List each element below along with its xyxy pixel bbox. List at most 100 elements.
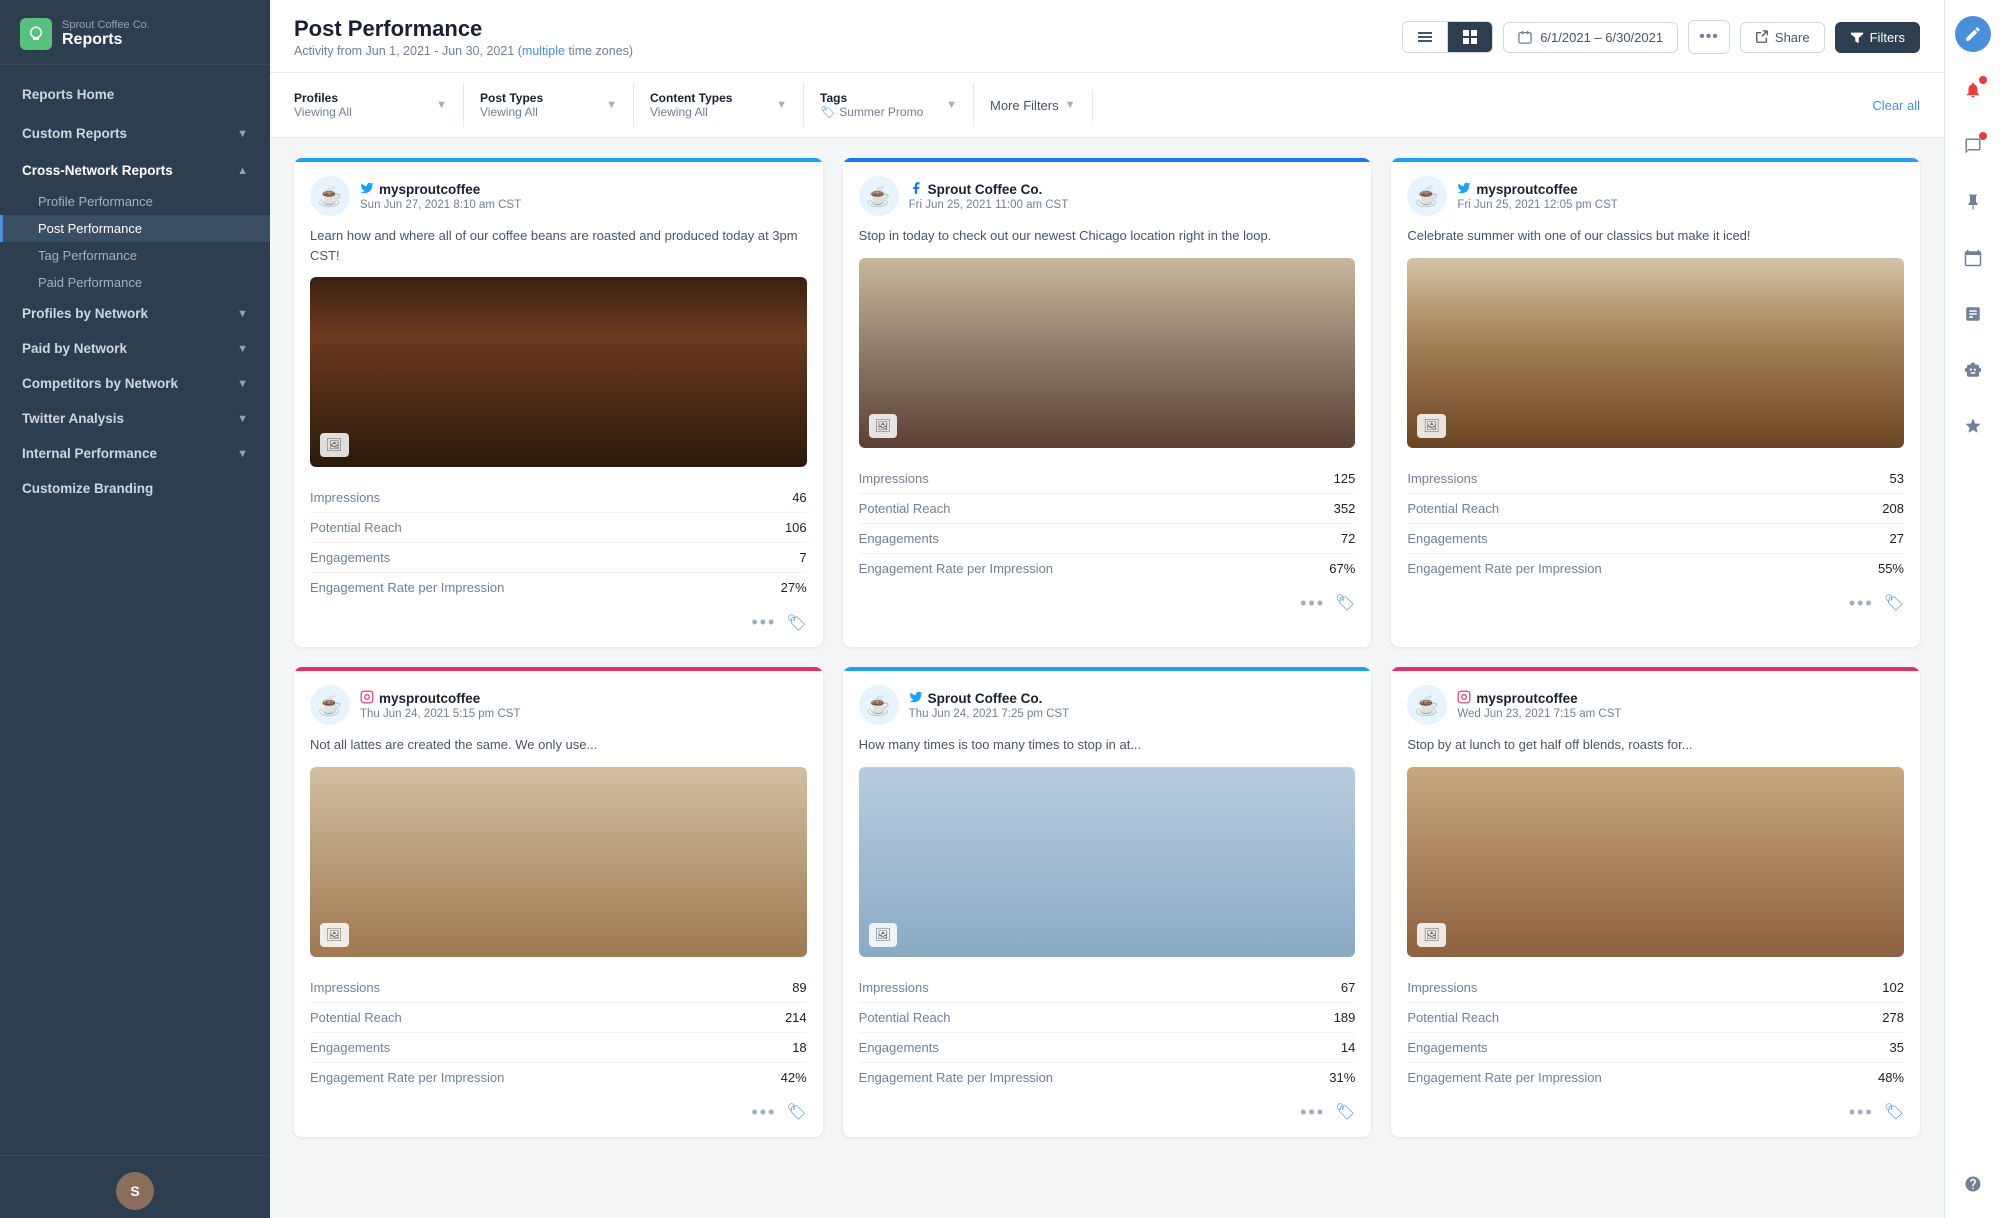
help-button[interactable] xyxy=(1955,1166,1991,1202)
network-icon xyxy=(909,690,923,707)
filters-button[interactable]: Filters xyxy=(1835,22,1920,53)
sidebar-item-competitors-by-network[interactable]: Competitors by Network ▼ xyxy=(0,366,270,401)
stat-value: 14 xyxy=(1341,1040,1355,1055)
sidebar-item-tag-performance[interactable]: Tag Performance xyxy=(0,242,270,269)
post-actions: ••• 🏷 xyxy=(294,602,823,647)
profiles-filter[interactable]: Profiles Viewing All ▼ xyxy=(294,83,464,127)
posts-grid: ☕ mysproutcoffee Sun Jun 27, 2021 8:10 a… xyxy=(294,158,1920,1137)
more-actions-button[interactable]: ••• xyxy=(1300,1102,1325,1123)
stat-row: Engagement Rate per Impression 31% xyxy=(859,1063,1356,1092)
post-types-filter[interactable]: Post Types Viewing All ▼ xyxy=(464,83,634,127)
tag-button[interactable]: 🏷 xyxy=(1335,593,1355,613)
stat-label: Engagement Rate per Impression xyxy=(1407,1070,1601,1085)
tag-button[interactable]: 🏷 xyxy=(1335,1102,1355,1122)
stat-value: 67% xyxy=(1329,561,1355,576)
timezone-link[interactable]: multiple xyxy=(522,44,565,58)
messages-button[interactable] xyxy=(1955,128,1991,164)
header-left: Post Performance Activity from Jun 1, 20… xyxy=(294,16,633,58)
more-actions-button[interactable]: ••• xyxy=(1300,593,1325,614)
post-actions: ••• 🏷 xyxy=(1391,583,1920,628)
post-time: Fri Jun 25, 2021 12:05 pm CST xyxy=(1457,199,1617,211)
profile-info: mysproutcoffee Fri Jun 25, 2021 12:05 pm… xyxy=(1457,181,1617,211)
sidebar-item-profile-performance[interactable]: Profile Performance xyxy=(0,188,270,215)
more-actions-button[interactable]: ••• xyxy=(1849,1102,1874,1123)
post-card-header: ☕ Sprout Coffee Co. Thu Jun 24, 2021 7:2… xyxy=(843,671,1372,735)
post-card-header: ☕ mysproutcoffee Wed Jun 23, 2021 7:15 a… xyxy=(1391,671,1920,735)
sidebar-item-post-performance[interactable]: Post Performance xyxy=(0,215,270,242)
post-types-filter-label: Post Types xyxy=(480,91,600,105)
post-text: How many times is too many times to stop… xyxy=(843,735,1372,767)
stat-label: Impressions xyxy=(1407,471,1477,486)
sidebar-item-paid-by-network[interactable]: Paid by Network ▼ xyxy=(0,331,270,366)
compose-button[interactable] xyxy=(1955,16,1991,52)
stat-label: Impressions xyxy=(1407,980,1477,995)
sidebar-item-internal-performance[interactable]: Internal Performance ▼ xyxy=(0,436,270,471)
brand-area: Sprout Coffee Co. Reports xyxy=(0,0,270,65)
stat-row: Engagement Rate per Impression 67% xyxy=(859,554,1356,583)
stat-value: 278 xyxy=(1882,1010,1904,1025)
stat-row: Potential Reach 106 xyxy=(310,513,807,543)
profile-name: Sprout Coffee Co. xyxy=(928,691,1043,706)
post-actions: ••• 🏷 xyxy=(843,1092,1372,1137)
pin-button[interactable] xyxy=(1955,184,1991,220)
tag-button[interactable]: 🏷 xyxy=(786,1102,806,1122)
share-button[interactable]: Share xyxy=(1740,22,1825,53)
more-actions-button[interactable]: ••• xyxy=(751,1102,776,1123)
image-icon: 🖼 xyxy=(320,433,349,457)
content-types-filter-value: Viewing All xyxy=(650,105,770,119)
stat-label: Engagements xyxy=(310,1040,390,1055)
clear-all-button[interactable]: Clear all xyxy=(1872,90,1920,121)
list-view-button[interactable] xyxy=(1403,22,1448,52)
star-button[interactable] xyxy=(1955,408,1991,444)
main-area: Post Performance Activity from Jun 1, 20… xyxy=(270,0,1944,1218)
image-icon: 🖼 xyxy=(869,923,898,947)
share-label: Share xyxy=(1775,30,1810,45)
image-icon: 🖼 xyxy=(320,923,349,947)
sidebar-item-twitter-analysis[interactable]: Twitter Analysis ▼ xyxy=(0,401,270,436)
stat-value: 89 xyxy=(792,980,806,995)
profile-name-row: mysproutcoffee xyxy=(1457,181,1617,198)
more-actions-button[interactable]: ••• xyxy=(1849,593,1874,614)
tag-button[interactable]: 🏷 xyxy=(786,613,806,633)
sidebar-item-reports-home[interactable]: Reports Home xyxy=(0,75,270,114)
post-card: ☕ Sprout Coffee Co. Thu Jun 24, 2021 7:2… xyxy=(843,667,1372,1137)
content-types-filter[interactable]: Content Types Viewing All ▼ xyxy=(634,83,804,127)
tag-button[interactable]: 🏷 xyxy=(1884,593,1904,613)
sidebar-item-customize-branding[interactable]: Customize Branding xyxy=(0,471,270,506)
stat-label: Impressions xyxy=(859,471,929,486)
notifications-button[interactable] xyxy=(1955,72,1991,108)
sidebar-item-custom-reports[interactable]: Custom Reports ▼ xyxy=(0,114,270,153)
stat-label: Engagements xyxy=(859,531,939,546)
sidebar-navigation: Reports Home Custom Reports ▼ Cross-Netw… xyxy=(0,65,270,1155)
stat-row: Engagement Rate per Impression 27% xyxy=(310,573,807,602)
bot-button[interactable] xyxy=(1955,352,1991,388)
more-options-button[interactable]: ••• xyxy=(1688,20,1730,54)
stat-value: 27 xyxy=(1890,531,1904,546)
stat-label: Engagement Rate per Impression xyxy=(310,580,504,595)
date-range-button[interactable]: 6/1/2021 – 6/30/2021 xyxy=(1503,22,1678,53)
sidebar-item-profiles-by-network[interactable]: Profiles by Network ▼ xyxy=(0,296,270,331)
stat-row: Potential Reach 208 xyxy=(1407,494,1904,524)
tags-filter[interactable]: Tags 🏷 Summer Promo ▼ xyxy=(804,83,974,127)
profile-info: mysproutcoffee Wed Jun 23, 2021 7:15 am … xyxy=(1457,690,1621,720)
page-subtitle: Activity from Jun 1, 2021 - Jun 30, 2021… xyxy=(294,44,633,58)
profile-avatar: ☕ xyxy=(310,176,350,216)
sidebar-item-cross-network[interactable]: Cross-Network Reports ▲ xyxy=(0,153,270,188)
profiles-filter-value: Viewing All xyxy=(294,105,430,119)
user-avatar[interactable]: S xyxy=(116,1172,154,1210)
stat-label: Engagement Rate per Impression xyxy=(310,1070,504,1085)
tag-button[interactable]: 🏷 xyxy=(1884,1102,1904,1122)
post-card-header: ☕ mysproutcoffee Fri Jun 25, 2021 12:05 … xyxy=(1391,162,1920,226)
analytics-button[interactable] xyxy=(1955,296,1991,332)
schedule-button[interactable] xyxy=(1955,240,1991,276)
sidebar-item-paid-performance[interactable]: Paid Performance xyxy=(0,269,270,296)
stat-value: 102 xyxy=(1882,980,1904,995)
grid-view-button[interactable] xyxy=(1448,22,1492,52)
stat-value: 106 xyxy=(785,520,807,535)
more-filters-button[interactable]: More Filters ▼ xyxy=(974,90,1093,121)
stat-label: Engagement Rate per Impression xyxy=(859,561,1053,576)
more-actions-button[interactable]: ••• xyxy=(751,612,776,633)
stat-row: Engagement Rate per Impression 48% xyxy=(1407,1063,1904,1092)
stat-row: Impressions 125 xyxy=(859,464,1356,494)
stat-value: 189 xyxy=(1334,1010,1356,1025)
